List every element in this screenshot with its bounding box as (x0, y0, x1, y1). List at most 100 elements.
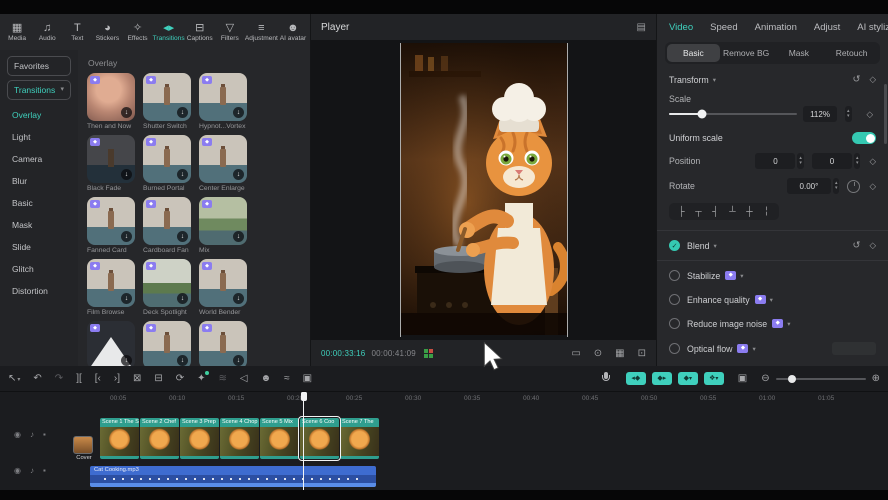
undo-icon[interactable]: ↶ (33, 373, 41, 384)
chevron-down-icon[interactable]: ▾ (713, 76, 716, 84)
sidebar-item-slide[interactable]: Slide (0, 236, 78, 258)
sidebar-item-glitch[interactable]: Glitch (0, 258, 78, 280)
video-track-mute-icon[interactable]: ♪ (30, 430, 34, 439)
audio-track-mute-icon[interactable]: ♪ (30, 466, 34, 475)
ratio-icon[interactable]: ▭ (571, 348, 580, 359)
tab-animation[interactable]: Animation (755, 22, 797, 33)
screen-icon[interactable]: ▣ (303, 373, 312, 384)
reduce-image-noise-checkbox[interactable] (669, 318, 680, 329)
smart-tools-icon[interactable]: ✦ (197, 373, 205, 384)
transform-keyframe-icon[interactable]: ◇ (869, 74, 876, 85)
clip-scene-6-coo[interactable]: Scene 6 Coo (300, 418, 339, 459)
avatar-tool-icon[interactable]: ☻ (261, 373, 272, 384)
keyframe-prev-button[interactable]: ◂◆ (626, 372, 646, 385)
fullscreen-icon[interactable]: ⊡ (638, 348, 646, 359)
preview-axis-icon[interactable]: ▣ (738, 373, 747, 384)
player-menu-icon[interactable]: ▤ (637, 22, 646, 33)
align-distribute-icon[interactable]: ╎ (760, 206, 773, 217)
transition-item-center-enlarge[interactable]: ◆↓Center Enlarge (199, 135, 250, 192)
position-keyframe-icon[interactable]: ◇ (869, 156, 876, 167)
toolbar-item-captions[interactable]: ⊟Captions (185, 22, 215, 42)
clip-scene-4-chop[interactable]: Scene 4 Chop (220, 418, 259, 459)
split-icon[interactable]: ][ (76, 373, 82, 384)
sidebar-item-light[interactable]: Light (0, 126, 78, 148)
subtab-basic[interactable]: Basic (667, 44, 720, 62)
align-center-icon[interactable]: ┼ (743, 206, 756, 217)
transition-item-cardboard-fan[interactable]: ◆↓Cardboard Fan (143, 197, 194, 254)
transition-item-hypnot-vortex[interactable]: ◆↓Hypnot...Vortex (199, 73, 250, 130)
tab-speed[interactable]: Speed (710, 22, 737, 33)
optical-flow-checkbox[interactable] (669, 343, 680, 354)
clip-scene-2-chef[interactable]: Scene 2 Chef (140, 418, 179, 459)
mute-icon[interactable]: ◁ (240, 373, 248, 384)
audio-track-visibility-icon[interactable]: ◉ (14, 466, 21, 475)
blend-checkbox[interactable]: ✓ (669, 240, 680, 251)
select-tool-icon[interactable]: ↖▾ (8, 373, 20, 384)
safe-area-icon[interactable] (424, 349, 433, 358)
align-left-icon[interactable]: ├ (675, 206, 688, 217)
chevron-down-icon[interactable]: ▾ (787, 320, 790, 328)
toolbar-item-transitions[interactable]: ◂▸Transitions (153, 22, 185, 42)
timeline-zoom-slider[interactable] (776, 378, 866, 380)
reverse-icon[interactable]: ⟳ (176, 373, 184, 384)
sidebar-item-favorites[interactable]: Favorites (7, 56, 71, 76)
reset-blend-icon[interactable]: ↺ (852, 240, 860, 251)
snapshot-icon[interactable]: ⊙ (594, 348, 602, 359)
video-track-visibility-icon[interactable]: ◉ (14, 430, 21, 439)
scale-keyframe-icon[interactable]: ◇ (867, 109, 874, 120)
blend-keyframe-icon[interactable]: ◇ (869, 240, 876, 251)
position-y-field[interactable]: 0 (812, 153, 852, 169)
chevron-down-icon[interactable]: ▾ (740, 272, 743, 280)
chevron-down-icon[interactable]: ▾ (714, 242, 717, 250)
subtab-remove-bg[interactable]: Remove BG (720, 44, 773, 62)
toolbar-item-effects[interactable]: ✧Effects (123, 22, 153, 42)
flag-button[interactable]: ❖▾ (704, 372, 724, 385)
audio-clip[interactable]: Cat Cooking.mp3 (90, 466, 376, 487)
rotate-keyframe-icon[interactable]: ◇ (869, 181, 876, 192)
sidebar-item-basic[interactable]: Basic (0, 192, 78, 214)
sidebar-item-overlay[interactable]: Overlay (0, 104, 78, 126)
transition-item-shadow-wipe[interactable]: ◆↓Shadow Wipe (143, 321, 194, 366)
stabilize-checkbox[interactable] (669, 270, 680, 281)
rotate-dial[interactable] (847, 180, 860, 193)
zoom-in-icon[interactable]: ⊕ (872, 373, 880, 384)
uniform-scale-toggle[interactable] (852, 132, 876, 144)
keyframe-add-button[interactable]: ◆▸ (652, 372, 672, 385)
scale-value[interactable]: 112% (803, 106, 837, 122)
disabled-action-button[interactable] (832, 342, 876, 355)
scale-slider[interactable] (669, 113, 797, 115)
toolbar-item-stickers[interactable]: ◕Stickers (92, 22, 122, 42)
tab-ai-stylize[interactable]: AI stylize (857, 22, 888, 33)
sidebar-item-mask[interactable]: Mask (0, 214, 78, 236)
position-y-stepper[interactable]: ▴▾ (854, 153, 861, 169)
video-track-lock-icon[interactable]: ▪ (43, 430, 46, 439)
sidebar-item-transitions[interactable]: Transitions▾ (7, 80, 71, 100)
align-top-icon[interactable]: ┬ (692, 206, 705, 217)
beautify-icon[interactable]: ≈ (284, 373, 290, 384)
video-frame[interactable] (400, 43, 568, 337)
zoom-out-icon[interactable]: ⊖ (761, 373, 769, 384)
sidebar-item-distortion[interactable]: Distortion (0, 280, 78, 302)
delete-right-icon[interactable]: ›] (114, 373, 120, 384)
scale-stepper[interactable]: ▴▾ (845, 106, 852, 122)
enhance-quality-checkbox[interactable] (669, 294, 680, 305)
toolbar-item-text[interactable]: TText (62, 22, 92, 42)
chevron-down-icon[interactable]: ▾ (752, 345, 755, 353)
delete-left-icon[interactable]: [‹ (95, 373, 101, 384)
align-bottom-icon[interactable]: ┴ (726, 206, 739, 217)
toolbar-item-media[interactable]: ▦Media (2, 22, 32, 42)
align-right-icon[interactable]: ┤ (709, 206, 722, 217)
delete-icon[interactable]: ⊠ (133, 373, 141, 384)
toolbar-item-filters[interactable]: ▽Filters (215, 22, 245, 42)
transition-item-then-and-now[interactable]: ◆↓Then and Now (87, 73, 138, 130)
toolbar-item-ai-avatar[interactable]: ☻AI avatar (278, 22, 308, 42)
rotate-stepper[interactable]: ▴▾ (833, 178, 840, 194)
sidebar-item-blur[interactable]: Blur (0, 170, 78, 192)
toolbar-item-adjustment[interactable]: ≡Adjustment (245, 22, 278, 42)
clip-scene-7-the[interactable]: Scene 7 The (340, 418, 379, 459)
clip-scene-5-mix[interactable]: Scene 5 Mix (260, 418, 299, 459)
transition-item-fanned-card[interactable]: ◆↓Fanned Card (87, 197, 138, 254)
tab-adjust[interactable]: Adjust (814, 22, 840, 33)
inspector-scrollbar[interactable] (884, 84, 887, 144)
transition-item-deck-spotlight[interactable]: ◆↓Deck Spotlight (143, 259, 194, 316)
